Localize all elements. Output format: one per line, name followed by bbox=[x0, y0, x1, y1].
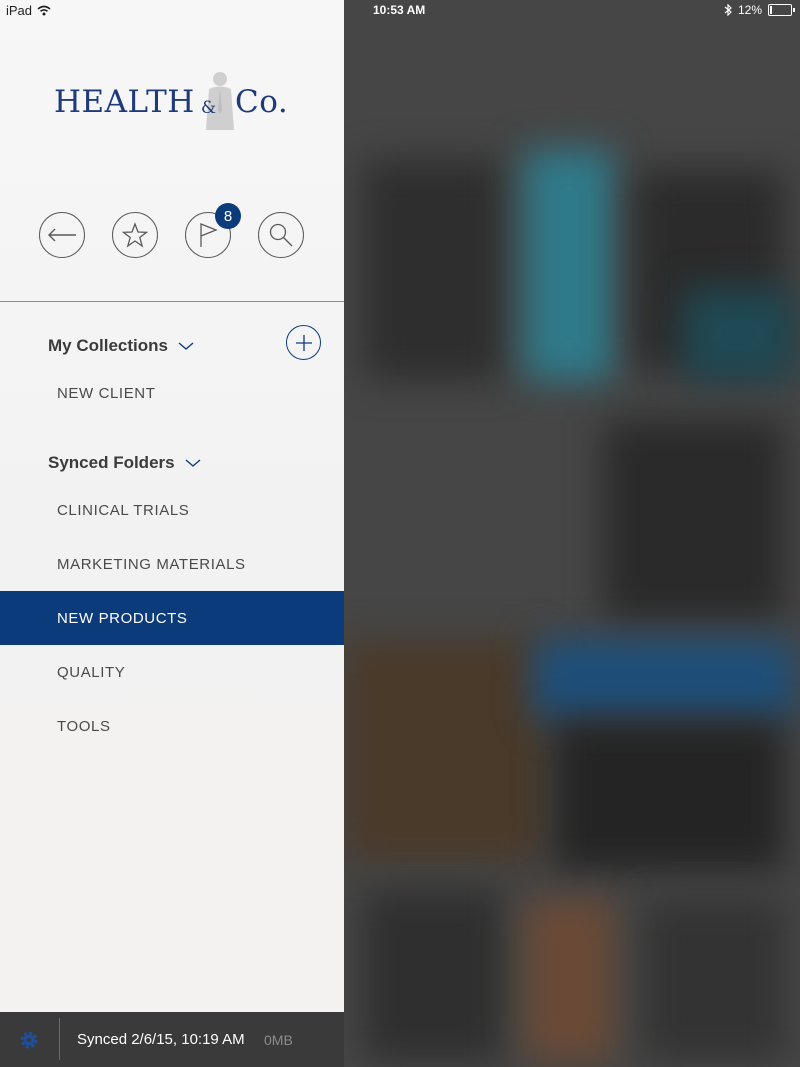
sidebar: HEALTH & Co. 8 My Collections NEW CLIENT… bbox=[0, 0, 344, 1067]
brand-ampersand: & bbox=[201, 98, 217, 118]
flag-count-badge: 8 bbox=[215, 203, 241, 229]
star-icon bbox=[122, 222, 148, 248]
status-bar-left: iPad bbox=[6, 3, 51, 18]
synced-folders-title: Synced Folders bbox=[48, 453, 175, 472]
status-bar-right: 12% bbox=[724, 3, 795, 17]
my-collections-header[interactable]: My Collections bbox=[48, 336, 194, 356]
folder-item-label: QUALITY bbox=[57, 663, 126, 681]
plus-icon bbox=[295, 334, 312, 351]
folder-item-marketing-materials[interactable]: MARKETING MATERIALS bbox=[0, 537, 344, 591]
folder-item-label: NEW PRODUCTS bbox=[57, 609, 188, 627]
sync-size: 0MB bbox=[264, 1032, 293, 1048]
folder-item-label: MARKETING MATERIALS bbox=[57, 555, 246, 573]
status-time: 10:53 AM bbox=[373, 3, 426, 17]
synced-folders-header[interactable]: Synced Folders bbox=[48, 453, 201, 473]
gear-icon bbox=[20, 1031, 38, 1049]
sync-footer: Synced 2/6/15, 10:19 AM 0MB bbox=[0, 1012, 344, 1067]
flag-icon bbox=[200, 223, 218, 247]
chevron-down-icon bbox=[185, 459, 201, 467]
back-button[interactable] bbox=[39, 212, 85, 258]
my-collections-title: My Collections bbox=[48, 336, 168, 355]
device-label: iPad bbox=[6, 3, 33, 18]
sync-status: Synced 2/6/15, 10:19 AM bbox=[77, 1031, 245, 1048]
arrow-left-icon bbox=[48, 228, 76, 242]
blurred-content-area bbox=[344, 0, 800, 1067]
wifi-icon bbox=[37, 5, 51, 16]
folder-item-tools[interactable]: TOOLS bbox=[0, 699, 344, 753]
brand-name-right: Co. bbox=[235, 84, 289, 120]
settings-button[interactable] bbox=[17, 1028, 41, 1057]
folder-item-clinical-trials[interactable]: CLINICAL TRIALS bbox=[0, 483, 344, 537]
folder-item-label: TOOLS bbox=[57, 717, 111, 735]
brand-name-left: HEALTH bbox=[54, 84, 195, 120]
folder-item-quality[interactable]: QUALITY bbox=[0, 645, 344, 699]
add-collection-button[interactable] bbox=[286, 325, 321, 360]
search-icon bbox=[269, 223, 293, 247]
search-button[interactable] bbox=[258, 212, 304, 258]
bluetooth-icon bbox=[724, 4, 732, 16]
battery-icon bbox=[768, 4, 795, 16]
divider bbox=[0, 301, 344, 302]
chevron-down-icon bbox=[178, 342, 194, 350]
folder-item-label: CLINICAL TRIALS bbox=[57, 501, 190, 519]
collection-item-new-client[interactable]: NEW CLIENT bbox=[0, 366, 344, 420]
favorites-button[interactable] bbox=[112, 212, 158, 258]
battery-percent: 12% bbox=[737, 3, 762, 17]
footer-divider bbox=[59, 1018, 60, 1060]
folder-item-new-products[interactable]: NEW PRODUCTS bbox=[0, 591, 344, 645]
brand-logo: HEALTH & Co. bbox=[54, 70, 294, 132]
status-bar: iPad 10:53 AM 12% bbox=[0, 0, 800, 22]
collection-item-label: NEW CLIENT bbox=[57, 384, 156, 402]
